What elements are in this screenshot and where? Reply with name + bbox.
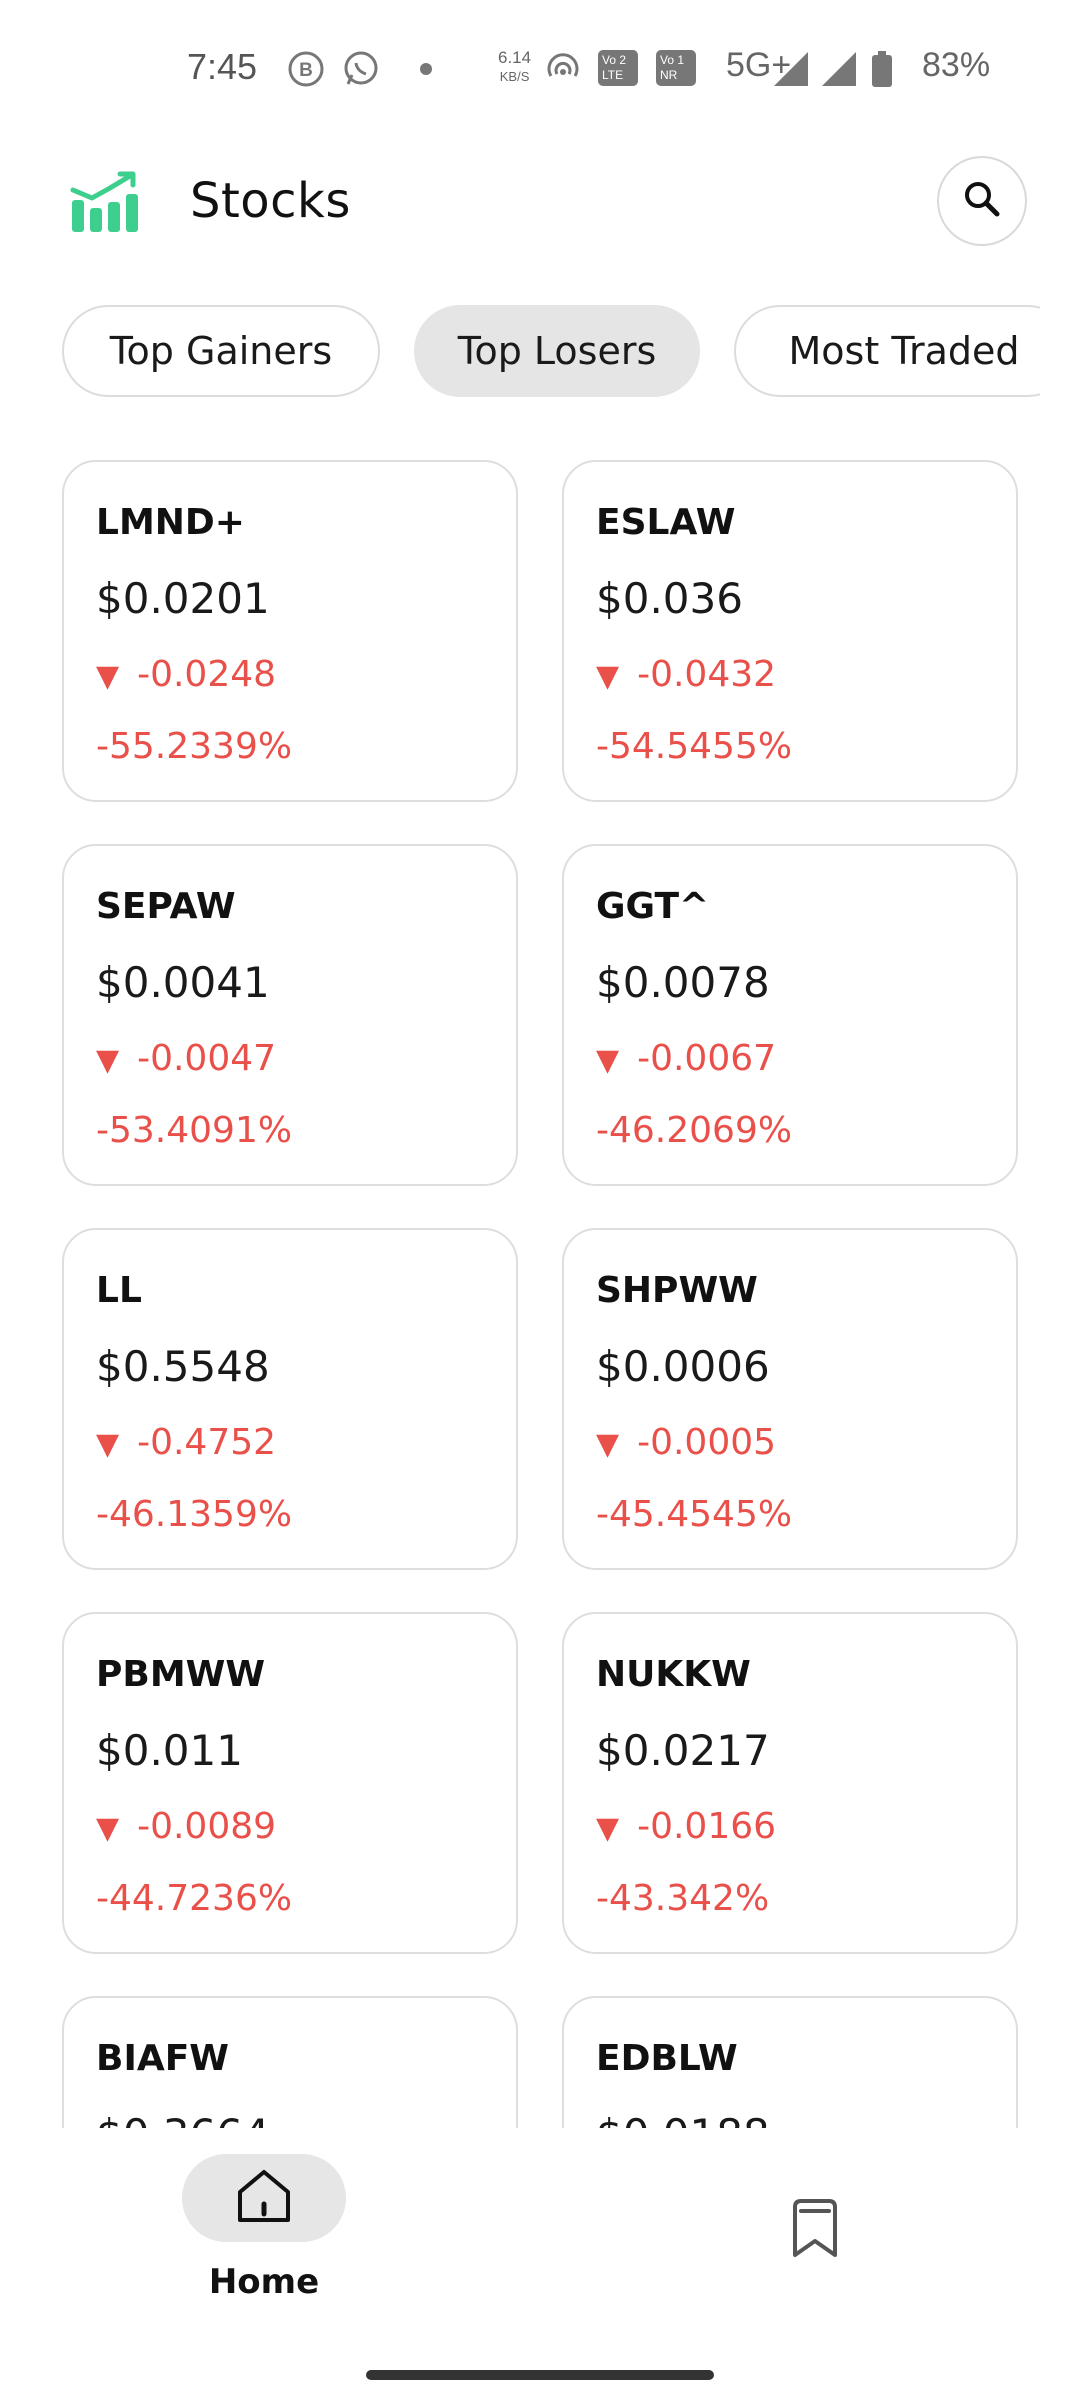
- stock-percent: -53.4091%: [96, 1110, 293, 1151]
- stock-price: $0.036: [596, 574, 743, 623]
- stock-card[interactable]: NUKKW $0.0217 ▼ -0.0166 -43.342%: [562, 1612, 1018, 1954]
- down-arrow-icon: ▼: [596, 1043, 620, 1078]
- filter-tabs: Top Gainers Top Losers Most Traded: [62, 305, 1040, 399]
- stock-change-value: -0.0047: [137, 1038, 277, 1079]
- stock-change: ▼ -0.0067: [596, 1038, 776, 1079]
- down-arrow-icon: ▼: [96, 1427, 120, 1462]
- status-time: 7:45: [187, 46, 258, 87]
- stock-change: ▼ -0.0005: [596, 1422, 776, 1463]
- app-root: 7:45 B 6.14 KB/S Vo 2 LTE Vo 1 NR 5G+ 83…: [0, 0, 1080, 2400]
- stock-percent: -54.5455%: [596, 726, 793, 767]
- stock-change: ▼ -0.0047: [96, 1038, 276, 1079]
- stock-symbol: GGT^: [596, 886, 710, 927]
- b-icon: B: [287, 50, 325, 88]
- stock-card[interactable]: ESLAW $0.036 ▼ -0.0432 -54.5455%: [562, 460, 1018, 802]
- down-arrow-icon: ▼: [596, 1811, 620, 1846]
- stock-card[interactable]: GGT^ $0.0078 ▼ -0.0067 -46.2069%: [562, 844, 1018, 1186]
- nav-saved-button[interactable]: [782, 2198, 848, 2264]
- stock-change-value: -0.0248: [137, 654, 277, 695]
- page-title: Stocks: [190, 173, 351, 229]
- net-speed: 6.14 KB/S: [498, 48, 531, 86]
- nav-home-label[interactable]: Home: [182, 2262, 346, 2302]
- down-arrow-icon: ▼: [96, 1043, 120, 1078]
- bookmarks-icon: [785, 2197, 845, 2265]
- stock-symbol: ESLAW: [596, 502, 736, 543]
- gesture-home-indicator[interactable]: [366, 2370, 714, 2380]
- stock-price: $0.3664: [96, 2110, 270, 2128]
- stock-change: ▼ -0.0248: [96, 654, 276, 695]
- stock-change: ▼ -0.0089: [96, 1806, 276, 1847]
- net-speed-value: 6.14: [498, 48, 532, 67]
- stock-price: $0.0078: [596, 958, 770, 1007]
- stock-percent: -46.2069%: [596, 1110, 793, 1151]
- tab-top-losers[interactable]: Top Losers: [414, 305, 700, 397]
- svg-text:B: B: [299, 60, 313, 81]
- whatsapp-icon: [342, 50, 380, 88]
- stock-percent: -55.2339%: [96, 726, 293, 767]
- stock-symbol: PBMWW: [96, 1654, 266, 1695]
- stock-symbol: LMND+: [96, 502, 245, 543]
- stock-card[interactable]: BIAFW $0.3664: [62, 1996, 518, 2128]
- stock-symbol: EDBLW: [596, 2038, 738, 2079]
- stock-symbol: SHPWW: [596, 1270, 758, 1311]
- down-arrow-icon: ▼: [96, 659, 120, 694]
- bottom-nav: Home: [0, 2128, 1080, 2400]
- down-arrow-icon: ▼: [96, 1811, 120, 1846]
- status-bar: 7:45 B 6.14 KB/S Vo 2 LTE Vo 1 NR 5G+ 83…: [0, 0, 1080, 135]
- signal-icon: [820, 50, 858, 88]
- stock-grid: LMND+ $0.0201 ▼ -0.0248 -55.2339% ESLAW $…: [0, 460, 1080, 2128]
- stock-symbol: NUKKW: [596, 1654, 751, 1695]
- stock-card[interactable]: SHPWW $0.0006 ▼ -0.0005 -45.4545%: [562, 1228, 1018, 1570]
- stock-card[interactable]: EDBLW $0.0188: [562, 1996, 1018, 2128]
- stock-change-value: -0.0432: [637, 654, 777, 695]
- hotspot-icon: [544, 50, 582, 88]
- notification-dot: [420, 63, 432, 75]
- stock-price: $0.011: [96, 1726, 243, 1775]
- stock-card[interactable]: LMND+ $0.0201 ▼ -0.0248 -55.2339%: [62, 460, 518, 802]
- stock-price: $0.0188: [596, 2110, 770, 2128]
- stock-change-value: -0.0005: [637, 1422, 777, 1463]
- home-icon: [232, 2164, 296, 2232]
- down-arrow-icon: ▼: [596, 1427, 620, 1462]
- stock-change: ▼ -0.4752: [96, 1422, 276, 1463]
- stock-card[interactable]: LL $0.5548 ▼ -0.4752 -46.1359%: [62, 1228, 518, 1570]
- chart-logo-icon: [70, 170, 140, 232]
- stock-change-value: -0.0067: [637, 1038, 777, 1079]
- stock-percent: -46.1359%: [96, 1494, 293, 1535]
- stock-price: $0.0217: [596, 1726, 770, 1775]
- stock-change: ▼ -0.0432: [596, 654, 776, 695]
- app-header: Stocks: [0, 135, 1080, 265]
- search-icon: [962, 179, 1002, 223]
- stock-change-value: -0.0166: [637, 1806, 777, 1847]
- signal-icon: [772, 50, 810, 88]
- stock-change-value: -0.0089: [137, 1806, 277, 1847]
- stock-card[interactable]: PBMWW $0.011 ▼ -0.0089 -44.7236%: [62, 1612, 518, 1954]
- battery-icon: [870, 50, 894, 88]
- volte-badge-1: Vo 2 LTE: [598, 50, 638, 86]
- stock-card[interactable]: SEPAW $0.0041 ▼ -0.0047 -53.4091%: [62, 844, 518, 1186]
- stock-percent: -45.4545%: [596, 1494, 793, 1535]
- stock-symbol: BIAFW: [96, 2038, 229, 2079]
- stock-price: $0.0201: [96, 574, 270, 623]
- stock-price: $0.0041: [96, 958, 270, 1007]
- stock-symbol: LL: [96, 1270, 142, 1311]
- stock-price: $0.0006: [596, 1342, 770, 1391]
- tab-most-traded[interactable]: Most Traded: [734, 305, 1040, 397]
- net-speed-unit: KB/S: [499, 69, 530, 84]
- stock-change-value: -0.4752: [137, 1422, 277, 1463]
- battery-percent: 83%: [922, 46, 991, 84]
- stock-symbol: SEPAW: [96, 886, 236, 927]
- volte-badge-2: Vo 1 NR: [656, 50, 696, 86]
- search-button[interactable]: [937, 156, 1027, 246]
- tab-top-gainers[interactable]: Top Gainers: [62, 305, 380, 397]
- stock-change: ▼ -0.0166: [596, 1806, 776, 1847]
- stock-percent: -44.7236%: [96, 1878, 293, 1919]
- nav-home-button[interactable]: [182, 2154, 346, 2242]
- stock-price: $0.5548: [96, 1342, 270, 1391]
- stock-percent: -43.342%: [596, 1878, 770, 1919]
- down-arrow-icon: ▼: [596, 659, 620, 694]
